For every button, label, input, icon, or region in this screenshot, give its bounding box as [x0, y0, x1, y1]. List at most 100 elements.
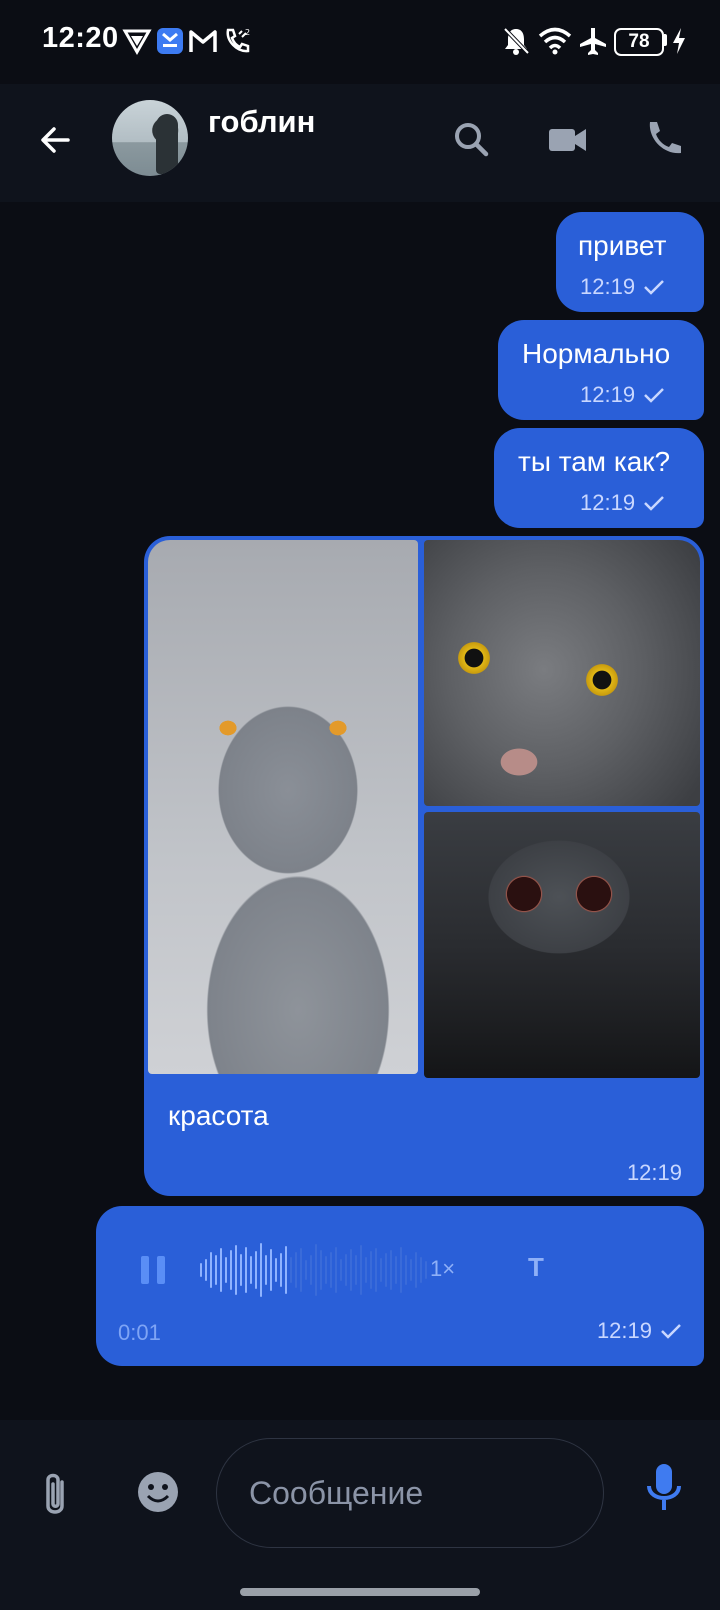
message-meta: 12:19 [597, 1318, 682, 1344]
contact-name[interactable]: гоблин [208, 104, 315, 140]
wifi-icon [538, 27, 572, 55]
message-time: 12:19 [596, 1318, 652, 1343]
home-indicator[interactable] [240, 1588, 480, 1596]
waveform-bar [380, 1258, 382, 1282]
media-caption: красота [168, 1100, 269, 1131]
waveform-bar [255, 1251, 257, 1289]
waveform-bar [305, 1260, 307, 1280]
emoji-icon[interactable] [136, 1470, 180, 1514]
attach-icon[interactable] [38, 1470, 72, 1522]
message-meta: 12:19 [627, 1160, 682, 1186]
waveform-bar [330, 1252, 332, 1288]
waveform-bar [240, 1254, 242, 1286]
battery-icon: 78 [614, 28, 664, 56]
voice-waveform[interactable] [200, 1242, 427, 1298]
voice-duration: 0:01 [118, 1320, 161, 1345]
message-bubble[interactable]: привет 12:19 [556, 212, 704, 312]
message-composer: Сообщение [0, 1420, 720, 1610]
waveform-bar [230, 1250, 232, 1290]
waveform-bar [295, 1252, 297, 1288]
waveform-bar [415, 1252, 417, 1288]
status-bar: 12:20 2 78 [0, 0, 720, 84]
chat-header: гоблин [0, 84, 720, 202]
waveform-bar [210, 1252, 212, 1288]
transcribe-button[interactable]: T [528, 1252, 544, 1283]
charging-icon [673, 28, 685, 54]
message-meta: 12:19 [580, 274, 665, 300]
video-call-icon[interactable] [542, 114, 594, 166]
avatar[interactable] [112, 100, 188, 176]
read-check-icon [644, 496, 664, 511]
microphone-icon[interactable] [644, 1460, 684, 1516]
vpn-icon [122, 29, 152, 56]
message-list[interactable]: привет 12:19 Нормально 12:19 ты там как?… [0, 202, 720, 1420]
waveform-bar [345, 1254, 347, 1286]
waveform-bar [355, 1255, 357, 1285]
airplane-icon [580, 28, 606, 55]
status-time: 12:20 [42, 22, 119, 54]
read-check-icon [644, 388, 664, 403]
read-check-icon [661, 1324, 681, 1339]
waveform-bar [265, 1255, 267, 1285]
waveform-bar [315, 1244, 317, 1296]
waveform-bar [375, 1248, 377, 1292]
message-meta: 12:19 [580, 382, 665, 408]
waveform-bar [410, 1259, 412, 1281]
grey-cat-photo[interactable] [148, 540, 418, 1074]
waveform-bar [390, 1250, 392, 1290]
message-text: Нормально [522, 338, 671, 369]
waveform-bar [400, 1247, 402, 1293]
waveform-bar [360, 1245, 362, 1295]
waveform-bar [395, 1256, 397, 1284]
gmail-icon [189, 30, 217, 52]
app-notification-icon [157, 28, 183, 54]
message-bubble[interactable]: Нормально 12:19 [498, 320, 704, 420]
waveform-bar [235, 1245, 237, 1295]
waveform-bar [425, 1261, 427, 1279]
waveform-bar [405, 1255, 407, 1285]
message-time: 12:19 [580, 490, 636, 515]
playback-speed-button[interactable]: 1× [430, 1256, 455, 1282]
wifi-call-icon: 2 [226, 28, 250, 53]
message-time: 12:19 [580, 274, 636, 299]
waveform-bar [205, 1259, 207, 1281]
message-text: ты там как? [518, 446, 671, 477]
message-meta: 12:19 [580, 490, 665, 516]
waveform-bar [300, 1248, 302, 1292]
waveform-bar [365, 1257, 367, 1283]
media-message-bubble[interactable]: красота 12:19 [144, 536, 704, 1196]
waveform-bar [350, 1249, 352, 1291]
waveform-bar [310, 1255, 312, 1285]
waveform-bar [245, 1247, 247, 1293]
waveform-bar [370, 1251, 372, 1289]
tabby-cat-yellow-eyes-photo[interactable] [424, 540, 700, 806]
waveform-bar [340, 1259, 342, 1281]
waveform-bar [200, 1263, 202, 1277]
waveform-bar [325, 1256, 327, 1284]
cat-with-sunglasses-photo[interactable] [424, 812, 700, 1078]
message-time: 12:19 [626, 1160, 682, 1185]
waveform-bar [215, 1255, 217, 1285]
waveform-bar [280, 1253, 282, 1287]
waveform-bar [275, 1258, 277, 1282]
waveform-bar [385, 1253, 387, 1287]
waveform-bar [220, 1248, 222, 1292]
message-text: привет [578, 230, 667, 261]
svg-text:2: 2 [245, 28, 250, 37]
waveform-bar [335, 1247, 337, 1293]
read-check-icon [644, 280, 664, 295]
message-time: 12:19 [580, 382, 636, 407]
back-arrow-icon[interactable] [30, 114, 82, 166]
waveform-bar [270, 1249, 272, 1291]
waveform-bar [320, 1250, 322, 1290]
waveform-bar [285, 1246, 287, 1294]
search-icon[interactable] [446, 114, 498, 166]
pause-icon[interactable] [138, 1252, 168, 1288]
waveform-bar [225, 1257, 227, 1283]
waveform-bar [290, 1257, 292, 1283]
message-bubble[interactable]: ты там как? 12:19 [494, 428, 704, 528]
message-input[interactable]: Сообщение [216, 1438, 604, 1548]
phone-icon[interactable] [638, 114, 690, 166]
voice-message-bubble[interactable]: 1× T 0:01 12:19 [96, 1206, 704, 1366]
bell-off-icon [503, 27, 530, 55]
